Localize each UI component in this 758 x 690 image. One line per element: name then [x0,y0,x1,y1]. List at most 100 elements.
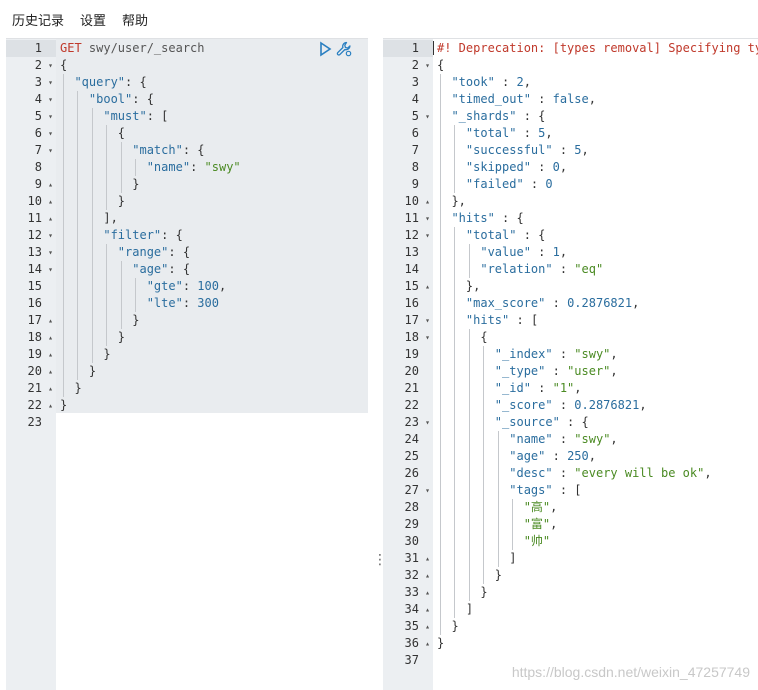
fold-arrow-up-icon[interactable]: ▴ [425,601,430,618]
response-line-number: 37 [383,652,433,669]
request-line-number-text: 17 [27,313,42,327]
response-code-line: "successful" : 5, [437,142,589,159]
fold-arrow-up-icon[interactable]: ▴ [48,193,53,210]
fold-arrow-down-icon[interactable]: ▾ [48,108,53,125]
request-token [60,296,147,310]
request-token: "age" [132,262,169,276]
response-line-number: 18 ▾ [383,329,433,346]
fold-arrow-up-icon[interactable]: ▴ [425,278,430,295]
pane-splitter[interactable]: ⋮ [368,38,387,690]
response-line-number: 15 ▴ [383,278,433,295]
request-token [60,160,147,174]
response-token: "_score" [494,398,553,412]
fold-arrow-up-icon[interactable]: ▴ [48,210,53,227]
response-indent-guide [483,346,485,584]
watermark: https://blog.csdn.net/weixin_47257749 [511,664,750,680]
response-token: : { [516,228,546,242]
response-token: , [610,432,618,446]
request-line-number-text: 4 [34,92,42,106]
response-token: : [552,466,575,480]
fold-arrow-up-icon[interactable]: ▴ [48,176,53,193]
fold-arrow-down-icon[interactable]: ▾ [48,125,53,142]
request-line-number: 21 ▴ [6,380,56,397]
menu-history[interactable]: 历史记录 [12,10,64,29]
fold-arrow-down-icon[interactable]: ▾ [425,57,430,74]
fold-arrow-up-icon[interactable]: ▴ [425,635,430,652]
response-line-number-text: 7 [411,143,419,157]
response-line-number-text: 10 [404,194,419,208]
response-code-line: "_id" : "1", [437,380,582,397]
response-line-number: 24 [383,431,433,448]
response-token [437,517,524,531]
fold-arrow-up-icon[interactable]: ▴ [425,550,430,567]
fold-arrow-up-icon[interactable]: ▴ [425,584,430,601]
play-icon[interactable] [317,41,333,57]
request-line-number: 8 [6,159,56,176]
fold-arrow-up-icon[interactable]: ▴ [48,329,53,346]
fold-arrow-down-icon[interactable]: ▾ [425,108,430,125]
response-line-number-text: 2 [411,58,419,72]
response-token: 1 [552,245,560,259]
request-token: , [218,279,227,293]
response-code-line: "_type" : "user", [437,363,618,380]
fold-arrow-down-icon[interactable]: ▾ [425,414,430,431]
fold-arrow-down-icon[interactable]: ▾ [48,244,53,261]
fold-arrow-up-icon[interactable]: ▴ [425,567,430,584]
response-line-number: 17 ▾ [383,312,433,329]
response-line-number: 10 ▴ [383,193,433,210]
request-indent-guide [91,108,93,363]
response-line-number-text: 24 [404,432,419,446]
request-token: "gte" [146,279,183,293]
request-token: GET [60,41,89,55]
request-token: "range" [117,245,169,259]
fold-arrow-up-icon[interactable]: ▴ [425,618,430,635]
response-token: "高" [523,500,551,514]
request-code-line: "match": { [60,142,204,159]
fold-arrow-down-icon[interactable]: ▾ [425,329,430,346]
fold-arrow-down-icon[interactable]: ▾ [48,74,53,91]
request-editor[interactable]: 1 2 ▾ 3 ▾ 4 ▾ 5 ▾ 6 ▾ 7 ▾ 8 9 ▴ 10 ▴ 11 ▴ 12 ▾ 13 ▾ 14 ▾ 15 16 17 ▴ 18… [6,38,368,690]
fold-arrow-down-icon[interactable]: ▾ [425,312,430,329]
response-line-number: 12 ▾ [383,227,433,244]
fold-arrow-down-icon[interactable]: ▾ [425,227,430,244]
response-line-number-text: 26 [404,466,419,480]
response-token [437,160,466,174]
request-line-number-text: 7 [34,143,42,157]
fold-arrow-up-icon[interactable]: ▴ [48,346,53,363]
fold-arrow-down-icon[interactable]: ▾ [425,210,430,227]
fold-arrow-down-icon[interactable]: ▾ [48,142,53,159]
request-token: : { [168,245,191,259]
response-line-number-text: 8 [411,160,419,174]
response-token: "every will be ok" [574,466,705,480]
response-token [437,347,495,361]
fold-arrow-up-icon[interactable]: ▴ [48,363,53,380]
request-line-number: 3 ▾ [6,74,56,91]
request-line-number: 5 ▾ [6,108,56,125]
response-token: : { [494,211,524,225]
response-line-number-text: 11 [404,211,419,225]
fold-arrow-up-icon[interactable]: ▴ [48,380,53,397]
fold-arrow-down-icon[interactable]: ▾ [48,261,53,278]
response-line-number-text: 23 [404,415,419,429]
fold-arrow-down-icon[interactable]: ▾ [425,482,430,499]
response-token: , [610,364,618,378]
response-token: { [437,330,488,344]
request-indent-guide [106,125,108,210]
fold-arrow-down-icon[interactable]: ▾ [48,91,53,108]
wrench-icon[interactable] [336,41,352,57]
fold-arrow-down-icon[interactable]: ▾ [48,227,53,244]
menu-settings[interactable]: 设置 [80,10,106,29]
fold-arrow-down-icon[interactable]: ▾ [48,57,53,74]
fold-arrow-up-icon[interactable]: ▴ [48,312,53,329]
response-code-area[interactable]: #! Deprecation: [types removal] Specifyi… [433,39,758,690]
request-code-line: } [60,176,139,193]
request-line-number-text: 14 [27,262,42,276]
menu-help[interactable]: 帮助 [122,10,148,29]
fold-arrow-up-icon[interactable]: ▴ [48,397,53,414]
response-viewer[interactable]: 1 2 ▾ 3 4 5 ▾ 6 7 8 9 10 ▴ 11 ▾ 12 ▾ 13 14 15 ▴ 16 17 ▾ 18 ▾ 19 20 2… [383,38,758,690]
response-token: , [610,347,618,361]
response-code-line: { [437,329,488,346]
request-token: : [182,296,198,310]
request-code-area[interactable]: GET swy/user/_search{ "query": { "bool":… [56,39,368,690]
fold-arrow-up-icon[interactable]: ▴ [425,193,430,210]
